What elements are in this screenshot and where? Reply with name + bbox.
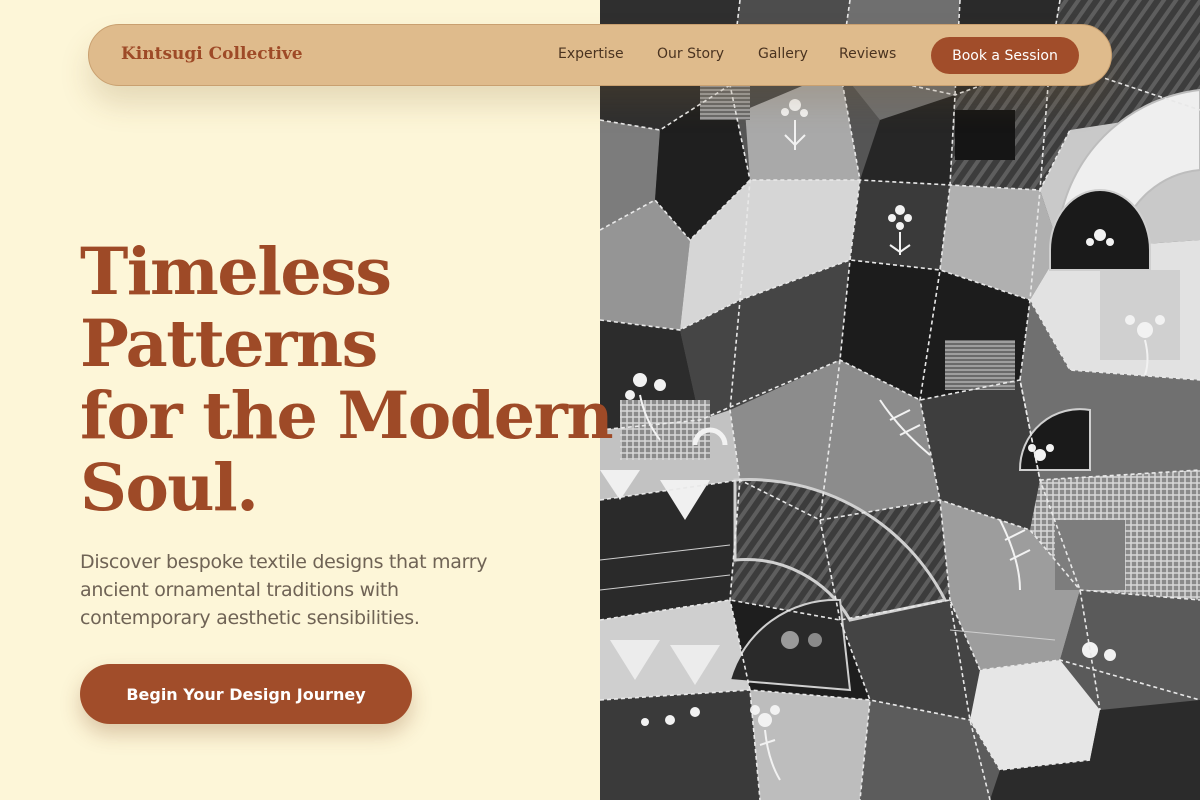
quilt-patchwork-graphic — [600, 0, 1200, 800]
hero-subtitle-line: contemporary aesthetic sensibilities. — [80, 607, 420, 629]
hero-subtitle: Discover bespoke textile designs that ma… — [80, 548, 550, 632]
hero-title-line: Timeless — [80, 234, 392, 310]
nav-link-reviews[interactable]: Reviews — [839, 46, 896, 62]
hero-subtitle-line: Discover bespoke textile designs that ma… — [80, 551, 488, 573]
nav-link-expertise[interactable]: Expertise — [558, 46, 624, 62]
book-session-button[interactable]: Book a Session — [931, 37, 1079, 74]
nav-link-gallery[interactable]: Gallery — [758, 46, 808, 62]
begin-design-journey-button[interactable]: Begin Your Design Journey — [80, 664, 412, 724]
nav-link-our-story[interactable]: Our Story — [657, 46, 724, 62]
hero-title: Timeless Patterns for the Modern Soul. — [80, 234, 614, 526]
hero-title-line: Soul. — [80, 450, 259, 526]
hero-title-line: for the Modern — [80, 378, 614, 454]
landing-page: Kintsugi Collective Expertise Our Story … — [0, 0, 1200, 800]
quilt-hero-image — [600, 0, 1200, 800]
top-nav-bar: Kintsugi Collective Expertise Our Story … — [88, 24, 1112, 86]
hero-title-line: Patterns — [80, 306, 378, 382]
hero-subtitle-line: ancient ornamental traditions with — [80, 579, 399, 601]
